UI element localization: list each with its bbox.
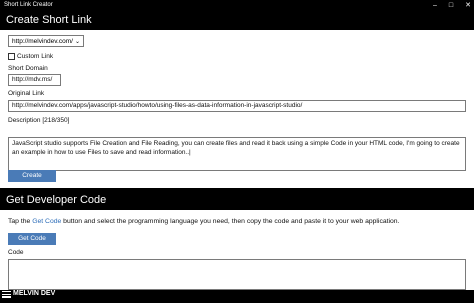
get-code-link[interactable]: Get Code — [32, 218, 61, 225]
domain-select-value: http://melvindev.com/ — [12, 38, 73, 45]
get-code-button[interactable]: Get Code — [8, 233, 56, 245]
melvin-dev-logo: MELVIN DEV — [0, 289, 60, 303]
info-suffix: button and select the programming langua… — [61, 218, 400, 225]
create-panel-header: Create Short Link — [0, 11, 474, 30]
developer-info-text: Tap the Get Code button and select the p… — [8, 218, 399, 225]
info-prefix: Tap the — [8, 218, 33, 225]
create-panel-title: Create Short Link — [6, 14, 92, 26]
original-link-input[interactable]: http://melvindev.com/apps/javascript-stu… — [8, 100, 466, 112]
developer-panel-title: Get Developer Code — [6, 194, 107, 206]
chevron-down-icon: ⌄ — [74, 39, 80, 45]
custom-link-label: Custom Link — [17, 53, 54, 60]
domain-select[interactable]: http://melvindev.com/ ⌄ — [8, 35, 84, 47]
description-label: Description [218/350] — [8, 117, 70, 124]
developer-panel-header: Get Developer Code — [0, 191, 474, 210]
create-short-link-panel: Create Short Link http://melvindev.com/ … — [0, 11, 474, 188]
code-label: Code — [8, 249, 24, 256]
create-button[interactable]: Create — [8, 170, 56, 182]
logo-text: MELVIN DEV — [13, 290, 56, 297]
description-textarea[interactable]: JavaScript studio supports File Creation… — [8, 137, 466, 171]
minimize-button[interactable]: – — [433, 0, 437, 11]
title-bar: Short Link Creator – □ ✕ — [0, 0, 474, 11]
developer-code-panel: Get Developer Code Tap the Get Code butt… — [0, 191, 474, 290]
logo-lines-icon — [2, 291, 11, 301]
original-link-label: Original Link — [8, 90, 45, 97]
custom-link-checkbox[interactable] — [8, 53, 15, 60]
custom-link-row: Custom Link — [8, 52, 53, 61]
close-button[interactable]: ✕ — [465, 0, 471, 11]
short-domain-input[interactable]: http://mdv.ms/ — [8, 74, 61, 86]
window-title: Short Link Creator — [4, 2, 53, 8]
short-domain-label: Short Domain — [8, 65, 48, 72]
window-controls: – □ ✕ — [433, 0, 471, 11]
maximize-button[interactable]: □ — [449, 0, 453, 11]
code-textarea[interactable] — [8, 259, 466, 290]
